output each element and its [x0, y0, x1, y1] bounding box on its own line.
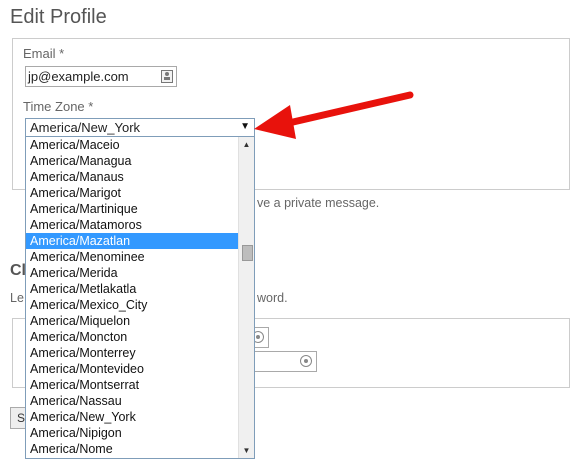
timezone-option[interactable]: America/New_York [26, 409, 254, 425]
red-arrow-shaft [276, 91, 414, 129]
timezone-option[interactable]: America/Managua [26, 153, 254, 169]
timezone-option[interactable]: America/Miquelon [26, 313, 254, 329]
timezone-label: Time Zone * [23, 99, 94, 114]
save-button[interactable]: S [10, 407, 25, 429]
timezone-option[interactable]: America/Merida [26, 265, 254, 281]
timezone-option[interactable]: America/Montevideo [26, 361, 254, 377]
timezone-option[interactable]: America/Moncton [26, 329, 254, 345]
red-arrow-annotation [254, 91, 414, 139]
page-title: Edit Profile [10, 6, 107, 28]
timezone-selected-value: America/New_York [30, 120, 141, 135]
timezone-option[interactable]: America/Nassau [26, 393, 254, 409]
password-hint-text: word. [257, 291, 288, 305]
timezone-option[interactable]: America/Monterrey [26, 345, 254, 361]
password-hint-prefix: Le [10, 291, 24, 305]
timezone-option[interactable]: America/Matamoros [26, 217, 254, 233]
password-key-icon [300, 355, 312, 367]
private-message-text: ve a private message. [257, 196, 380, 210]
dropdown-scrollbar[interactable]: ▲ ▼ [238, 137, 254, 458]
timezone-option[interactable]: America/Marigot [26, 185, 254, 201]
email-label: Email * [23, 46, 65, 61]
change-password-heading: Cl [10, 262, 26, 279]
timezone-option[interactable]: America/Maceio [26, 137, 254, 153]
timezone-option[interactable]: America/Manaus [26, 169, 254, 185]
timezone-option[interactable]: America/Metlakatla [26, 281, 254, 297]
timezone-dropdown-list[interactable]: America/Maceio America/Managua America/Man… [25, 136, 255, 459]
scrollbar-thumb[interactable] [242, 245, 253, 261]
timezone-option[interactable]: America/Nipigon [26, 425, 254, 441]
scroll-down-icon[interactable]: ▼ [239, 443, 254, 458]
timezone-option[interactable]: America/Montserrat [26, 377, 254, 393]
email-value: jp@example.com [28, 69, 129, 84]
timezone-option[interactable]: America/Mazatlan [26, 233, 254, 249]
timezone-option[interactable]: America/Martinique [26, 201, 254, 217]
timezone-option[interactable]: America/Mexico_City [26, 297, 254, 313]
email-field[interactable]: jp@example.com [25, 66, 177, 87]
timezone-option[interactable]: America/Menominee [26, 249, 254, 265]
contact-card-icon[interactable] [161, 70, 173, 83]
timezone-option[interactable]: America/Nome [26, 441, 254, 457]
timezone-options: America/Maceio America/Managua America/Man… [26, 137, 254, 457]
timezone-select[interactable]: America/New_York ▼ [25, 118, 255, 137]
dropdown-arrow-icon[interactable]: ▼ [240, 121, 250, 132]
red-arrow-head [254, 105, 296, 139]
